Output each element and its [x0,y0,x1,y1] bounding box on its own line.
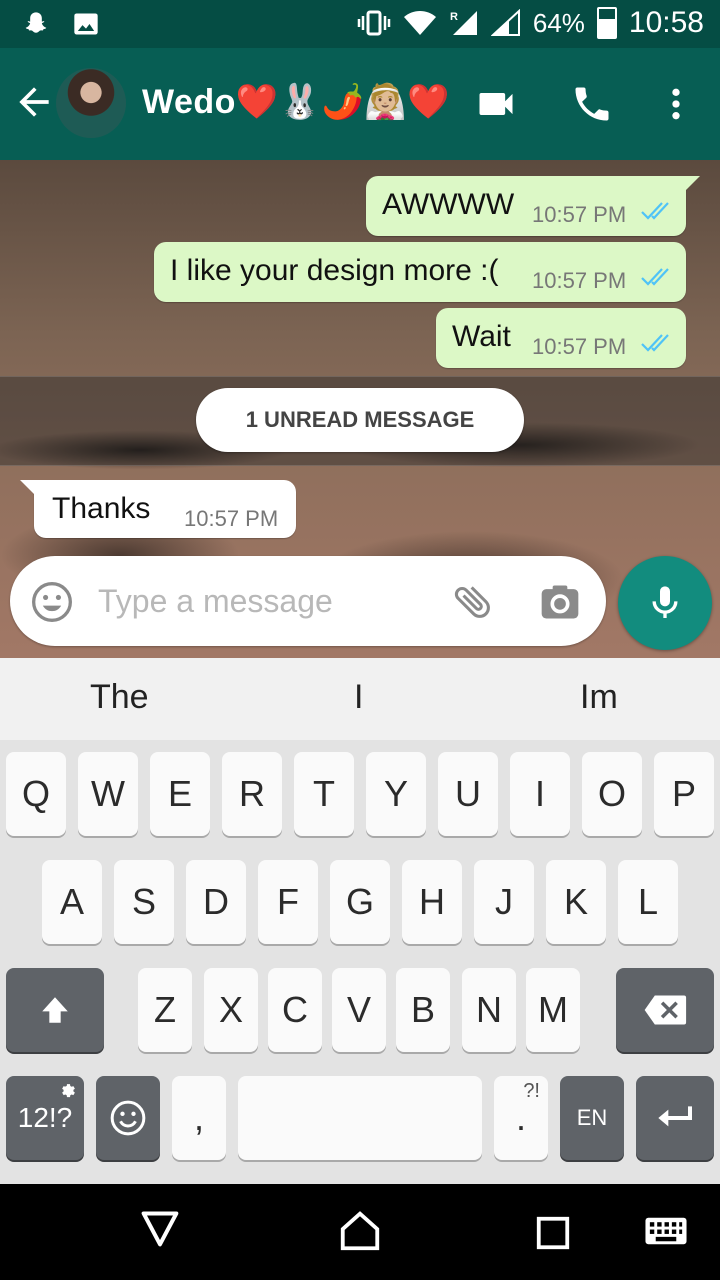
space-bar[interactable] [238,1076,482,1160]
read-ticks-icon [641,334,669,352]
settings-gear-icon [62,1084,75,1098]
chat-area[interactable]: AWWWW 10:57 PM I like your design more :… [0,160,720,658]
message-bubble-outgoing[interactable]: Wait 10:57 PM [436,308,686,368]
key-f[interactable]: F [258,860,318,944]
period-label: . [515,1097,526,1138]
mic-button[interactable] [618,556,712,650]
vibrate-icon [357,10,391,36]
key-g[interactable]: G [330,860,390,944]
key-k[interactable]: K [546,860,606,944]
signal-r-icon: R [450,11,477,35]
suggestion-2[interactable]: I [354,678,363,717]
unread-message-badge: 1 UNREAD MESSAGE [196,388,524,452]
message-input[interactable] [96,578,440,624]
chat-header: Wedo❤️🐰🌶️👰🏼❤️ [0,48,720,160]
key-y[interactable]: Y [366,752,426,836]
key-o[interactable]: O [582,752,642,836]
shift-icon [42,997,68,1023]
key-w[interactable]: W [78,752,138,836]
bubble-tail [684,176,700,192]
message-time: 10:57 PM [532,268,627,293]
suggestion-3[interactable]: Im [580,678,618,717]
navigation-bar [0,1184,720,1280]
key-s[interactable]: S [114,860,174,944]
suggestion-1[interactable]: The [90,678,149,717]
battery-percent: 64% [532,7,585,38]
snapchat-icon [25,12,47,33]
key-c[interactable]: C [268,968,322,1052]
clock: 10:58 [628,6,704,39]
key-b[interactable]: B [396,968,450,1052]
enter-key[interactable] [636,1076,714,1160]
more-vert-icon[interactable] [656,82,696,126]
status-bar: R 64% 10:58 [0,0,720,48]
emoji-icon[interactable] [30,580,74,624]
key-m[interactable]: M [526,968,580,1052]
language-key[interactable]: EN [560,1076,624,1160]
shift-key[interactable] [6,968,104,1052]
symbols-key[interactable]: 12!? [6,1076,84,1160]
recents-nav-icon[interactable] [534,1214,572,1252]
bubble-tail [20,480,36,496]
key-d[interactable]: D [186,860,246,944]
back-arrow-icon[interactable] [12,80,56,124]
home-nav-icon[interactable] [336,1208,384,1254]
key-j[interactable]: J [474,860,534,944]
message-text: Thanks [52,492,151,525]
key-t[interactable]: T [294,752,354,836]
attach-icon[interactable] [450,578,496,624]
key-r[interactable]: R [222,752,282,836]
symbols-key-label: 12!? [17,1102,73,1133]
key-q[interactable]: Q [6,752,66,836]
back-nav-icon[interactable] [138,1208,182,1248]
video-call-icon[interactable] [474,82,518,126]
key-i[interactable]: I [510,752,570,836]
keyboard: Q W E R T Y U I O P A S D F G H J K L Z … [0,740,720,1184]
message-composer [10,556,606,646]
period-sublabel: ?! [523,1080,540,1102]
avatar[interactable] [56,68,126,138]
key-a[interactable]: A [42,860,102,944]
comma-key[interactable]: , [172,1076,226,1160]
keyboard-switch-icon[interactable] [644,1216,688,1246]
message-time: 10:57 PM [532,334,627,359]
contact-name[interactable]: Wedo❤️🐰🌶️👰🏼❤️ [142,82,450,122]
key-v[interactable]: V [332,968,386,1052]
message-bubble-outgoing[interactable]: AWWWW 10:57 PM [366,176,700,236]
gallery-icon [74,13,98,35]
enter-icon [658,1106,692,1127]
message-text: AWWWW [382,188,515,221]
message-time: 10:57 PM [532,202,627,227]
signal-icon [490,9,520,36]
phone-icon[interactable] [570,82,614,126]
svg-text:R: R [450,11,458,23]
message-text: I like your design more :( [170,254,499,287]
read-ticks-icon [641,268,669,286]
key-x[interactable]: X [204,968,258,1052]
key-l[interactable]: L [618,860,678,944]
period-key[interactable]: . ?! [494,1076,548,1160]
wifi-icon [403,11,436,35]
key-z[interactable]: Z [138,968,192,1052]
battery-icon [596,7,617,39]
message-bubble-incoming[interactable]: Thanks 10:57 PM [20,480,296,538]
message-time: 10:57 PM [184,506,279,531]
mic-icon [652,586,678,618]
message-bubble-outgoing[interactable]: I like your design more :( 10:57 PM [154,242,686,302]
key-p[interactable]: P [654,752,714,836]
read-ticks-icon [641,202,669,220]
backspace-icon [644,995,687,1025]
key-u[interactable]: U [438,752,498,836]
message-text: Wait [452,320,511,353]
suggestion-strip: The I Im [0,658,720,741]
key-e[interactable]: E [150,752,210,836]
key-h[interactable]: H [402,860,462,944]
emoji-key[interactable] [96,1076,160,1160]
backspace-key[interactable] [616,968,714,1052]
smiley-icon [110,1100,146,1136]
camera-icon[interactable] [538,580,582,624]
key-n[interactable]: N [462,968,516,1052]
